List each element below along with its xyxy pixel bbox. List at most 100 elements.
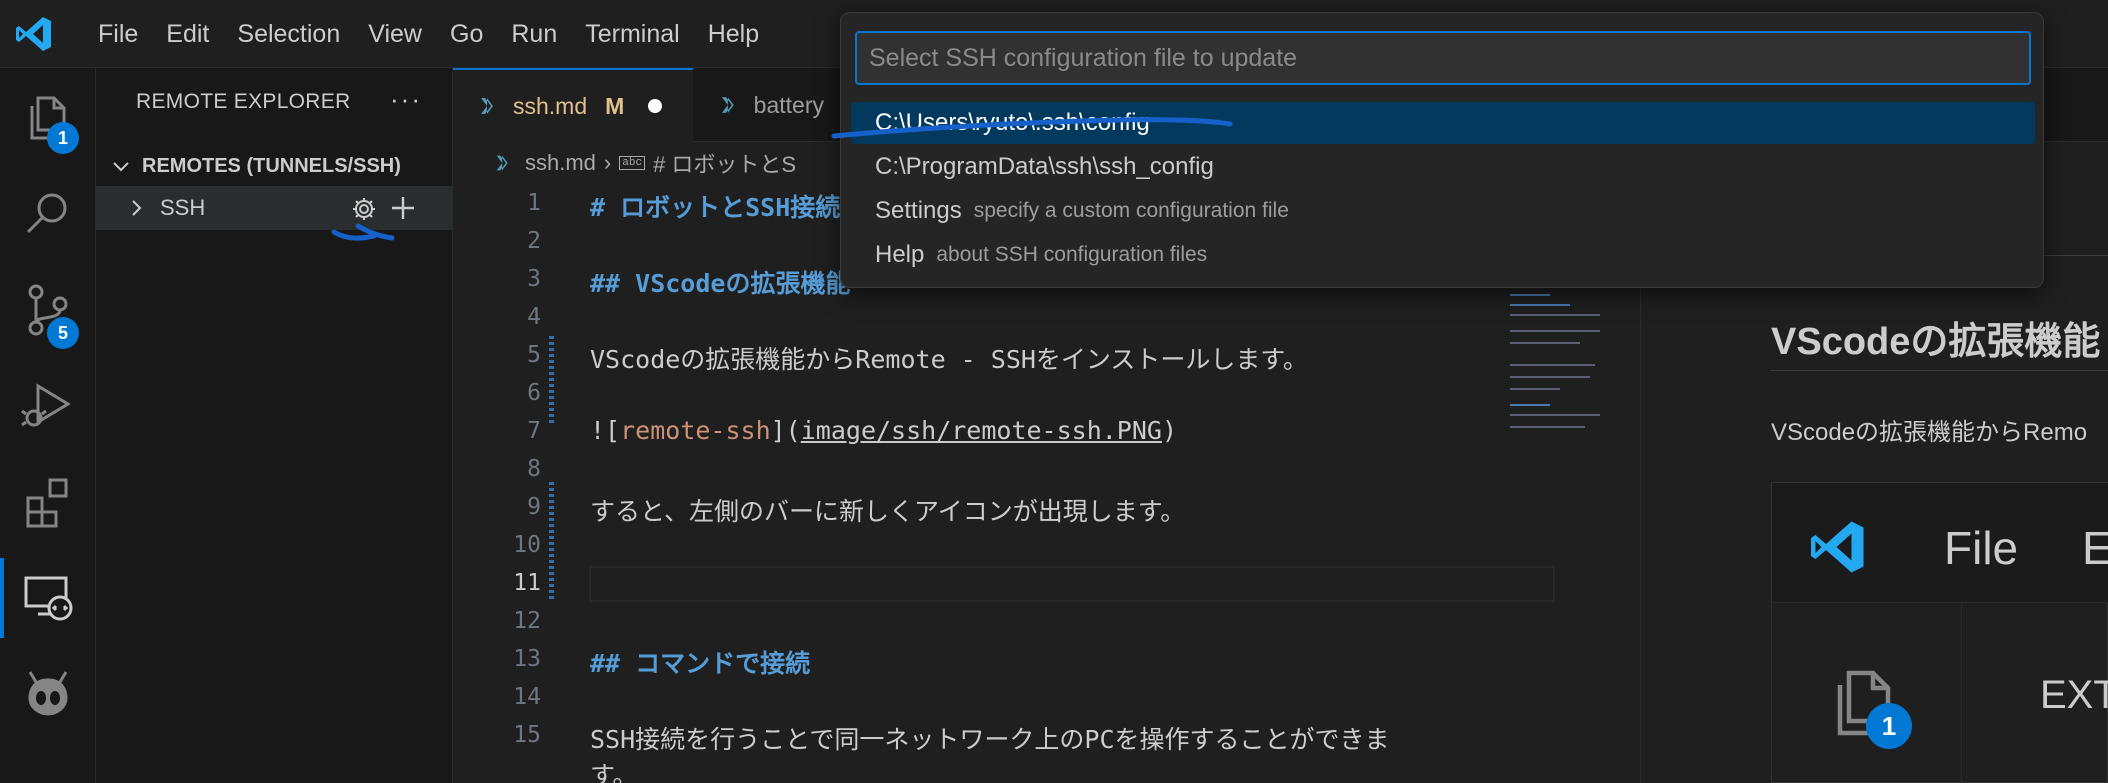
modified-gutter-bar	[549, 482, 554, 602]
modified-indicator: M	[605, 92, 625, 119]
quick-pick-item-system-config[interactable]: C:\ProgramData\ssh\ssh_config	[851, 146, 2035, 188]
markdown-icon	[481, 98, 493, 114]
annotation-underline	[831, 117, 1233, 139]
md-image-close: )	[1161, 416, 1178, 445]
more-actions-button[interactable]: ···	[390, 84, 422, 115]
search-icon	[26, 193, 67, 234]
quick-pick-input[interactable]	[855, 31, 2031, 85]
minimap-line	[1510, 342, 1580, 344]
chevron-down-icon	[113, 162, 129, 172]
menu-selection[interactable]: Selection	[223, 14, 354, 55]
run-debug-icon	[21, 383, 71, 427]
md-image-alt: remote-ssh	[620, 416, 771, 445]
code-line: ## コマンドで接続	[590, 649, 811, 678]
quick-pick-item-help[interactable]: Help about SSH configuration files	[851, 234, 2035, 276]
code-line: ## VScodeの拡張機能	[590, 269, 851, 298]
quick-pick-item-label: Help	[875, 241, 925, 268]
minimap-line	[1510, 294, 1550, 296]
minimap-line	[1510, 364, 1595, 366]
activity-platformio[interactable]	[0, 646, 96, 742]
preview-image-menu-edit: E	[2082, 522, 2108, 574]
line-number: 10	[513, 532, 541, 558]
menu-terminal[interactable]: Terminal	[571, 14, 693, 55]
quick-pick: C:\Users\ryuto\.ssh\config C:\ProgramDat…	[840, 12, 2044, 288]
menu-edit[interactable]: Edit	[152, 14, 223, 55]
section-label: REMOTES (TUNNELS/SSH)	[142, 154, 401, 177]
code-line: すると、左側のバーに新しくアイコンが出現します。	[590, 497, 1186, 526]
tab-label: battery	[753, 91, 824, 118]
line-number: 13	[513, 646, 541, 672]
preview-divider	[1771, 370, 2108, 371]
activity-remote-explorer[interactable]	[0, 550, 96, 646]
vscode-logo-icon	[16, 17, 51, 51]
md-image-url[interactable]: image/ssh/remote-ssh.PNG	[801, 416, 1162, 445]
quick-pick-item-label: C:\ProgramData\ssh\ssh_config	[875, 153, 1214, 180]
minimap-line	[1510, 388, 1560, 390]
menu-help[interactable]: Help	[694, 14, 773, 55]
sidebar-title: REMOTE EXPLORER	[136, 90, 351, 113]
breadcrumb: ssh.md › abc # ロボットとS	[493, 146, 796, 180]
menu-bar: File Edit Selection View Go Run Terminal…	[84, 14, 773, 55]
minimap-line	[1510, 426, 1585, 428]
annotation-scribble	[331, 223, 395, 241]
line-number: 15	[513, 722, 541, 748]
line-number: 2	[527, 228, 541, 254]
line-number: 12	[513, 608, 541, 634]
menu-view[interactable]: View	[354, 14, 436, 55]
activity-run-debug[interactable]	[0, 358, 96, 454]
preview-image-extensions-title: EXT	[2040, 673, 2108, 717]
minimap-line	[1510, 414, 1600, 416]
tree-item-ssh[interactable]: SSH	[96, 186, 453, 230]
tab-label: ssh.md	[513, 92, 588, 119]
explorer-badge: 1	[47, 122, 79, 154]
breadcrumb-heading[interactable]: # ロボットとS	[653, 147, 796, 179]
remotes-section-header[interactable]: REMOTES (TUNNELS/SSH)	[96, 146, 453, 186]
activity-extensions[interactable]	[0, 454, 96, 550]
preview-image: File E 1 EXT	[1771, 482, 2108, 783]
string-symbol-icon: abc	[619, 156, 646, 170]
minimap-line	[1510, 314, 1600, 316]
preview-image-titlebar: File E	[1772, 483, 2108, 603]
alien-icon	[28, 671, 68, 716]
breadcrumb-separator-icon: ›	[603, 150, 612, 175]
code-line: SSH接続を行うことで同一ネットワーク上のPCを操作することができま	[590, 725, 1390, 754]
line-number: 6	[527, 380, 541, 406]
minimap-line	[1510, 376, 1590, 378]
line-number: 9	[527, 494, 541, 520]
markdown-icon	[721, 97, 734, 113]
line-number-current: 11	[513, 570, 541, 596]
line-number: 5	[527, 342, 541, 368]
menu-go[interactable]: Go	[436, 14, 497, 55]
minimap-line	[1510, 330, 1600, 332]
tab-ssh-md[interactable]: ssh.md M	[453, 68, 693, 142]
current-line-highlight	[589, 566, 1555, 602]
preview-image-badge: 1	[1866, 703, 1912, 749]
preview-paragraph: VScodeの拡張機能からRemo	[1771, 419, 2088, 446]
remote-explorer-icon	[24, 576, 73, 621]
md-image-open: ![	[590, 416, 621, 445]
tab-battery[interactable]: battery	[694, 68, 824, 142]
vscode-logo-icon	[1811, 521, 1864, 573]
code-line: # ロボットとSSH接続	[590, 193, 841, 222]
tree-item-label: SSH	[160, 195, 206, 220]
menu-run[interactable]: Run	[497, 14, 571, 55]
quick-pick-item-description: about SSH configuration files	[936, 243, 1208, 266]
code-line-wrap: す。	[590, 761, 638, 783]
quick-pick-item-description: specify a custom configuration file	[973, 199, 1289, 222]
activity-explorer[interactable]: 1	[0, 70, 96, 166]
line-number: 1	[527, 190, 541, 216]
activity-bar: 1 5	[0, 68, 96, 783]
preview-heading-2: VScodeの拡張機能	[1771, 321, 2101, 363]
quick-pick-item-label: Settings	[875, 197, 962, 224]
minimap-line	[1510, 304, 1570, 306]
activity-source-control[interactable]: 5	[0, 262, 96, 358]
code-line: VScodeの拡張機能からRemote - SSHをインストールします。	[590, 345, 1308, 374]
menu-file[interactable]: File	[84, 14, 152, 55]
minimap-line	[1510, 404, 1550, 406]
line-number: 7	[527, 418, 541, 444]
breadcrumb-file[interactable]: ssh.md	[525, 150, 596, 176]
activity-search[interactable]	[0, 166, 96, 262]
quick-pick-item-settings[interactable]: Settings specify a custom configuration …	[851, 190, 2035, 232]
chevron-right-icon	[132, 200, 142, 216]
minimap[interactable]	[1510, 280, 1610, 440]
